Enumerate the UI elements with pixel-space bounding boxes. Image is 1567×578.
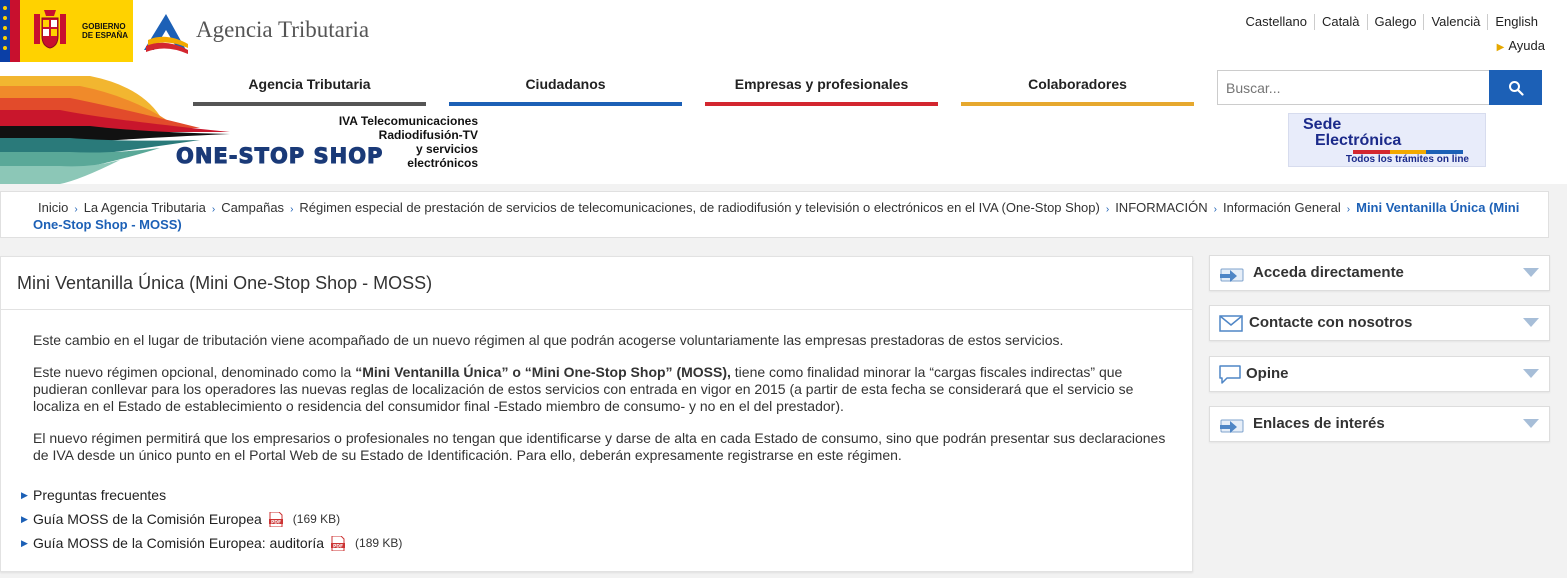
file-size: (189 KB): [355, 536, 403, 550]
sede-line2: Electrónica: [1315, 132, 1402, 149]
lang-galego[interactable]: Galego: [1366, 14, 1424, 30]
sidebar-label: Opine: [1246, 365, 1289, 382]
chevron-down-icon: [1523, 268, 1539, 277]
sede-electronica-banner[interactable]: Sede Electrónica Todos los trámites on l…: [1288, 113, 1486, 167]
lang-castellano[interactable]: Castellano: [1239, 14, 1314, 30]
document-links: ▶ Preguntas frecuentes ▶ Guía MOSS de la…: [21, 483, 402, 555]
main-content-panel: Mini Ventanilla Única (Mini One-Stop Sho…: [0, 256, 1193, 572]
coat-of-arms-icon: [34, 10, 66, 49]
gov-logo-text: GOBIERNO DE ESPAÑA: [82, 22, 129, 40]
sidebar-label: Contacte con nosotros: [1249, 314, 1413, 331]
language-selector: Castellano Català Galego Valencià Englis…: [1239, 14, 1545, 30]
link-guia-moss[interactable]: ▶ Guía MOSS de la Comisión Europea PDF (…: [21, 507, 402, 531]
bullet-arrow-icon: ▶: [21, 489, 28, 500]
breadcrumb-item[interactable]: La Agencia Tributaria: [84, 200, 206, 215]
nav-colaboradores[interactable]: Colaboradores: [961, 70, 1194, 106]
sidebar-acceda-directamente[interactable]: Acceda directamente: [1209, 255, 1550, 291]
nav-ciudadanos[interactable]: Ciudadanos: [449, 70, 682, 106]
help-link[interactable]: ▶ Ayuda: [1497, 38, 1545, 53]
link-guia-moss-auditoria[interactable]: ▶ Guía MOSS de la Comisión Europea: audi…: [21, 531, 402, 555]
sidebar-label: Acceda directamente: [1253, 264, 1404, 281]
breadcrumb-item[interactable]: Régimen especial de prestación de servic…: [299, 200, 1099, 215]
links-icon: [1220, 419, 1244, 433]
nav-agencia-tributaria[interactable]: Agencia Tributaria: [193, 70, 426, 106]
link-label: Guía MOSS de la Comisión Europea: audito…: [33, 535, 325, 551]
paragraph-3: El nuevo régimen permitirá que los empre…: [33, 430, 1166, 463]
bullet-arrow-icon: ▶: [21, 537, 28, 548]
breadcrumb-item[interactable]: Campañas: [221, 200, 284, 215]
paragraph-1: Este cambio en el lugar de tributación v…: [33, 332, 1064, 348]
agencia-tributaria-mark-icon: [144, 14, 188, 54]
breadcrumb-separator-icon: ›: [74, 204, 78, 215]
sidebar-enlaces-de-interes[interactable]: Enlaces de interés: [1209, 406, 1550, 442]
eu-flag-band: [0, 0, 10, 62]
sidebar-opine[interactable]: Opine: [1209, 356, 1550, 392]
main-navigation: Agencia Tributaria Ciudadanos Empresas y…: [193, 70, 1194, 106]
breadcrumb-item[interactable]: Inicio: [38, 200, 68, 215]
svg-text:PDF: PDF: [333, 543, 343, 549]
search-input[interactable]: [1218, 71, 1490, 104]
search-box: [1217, 70, 1542, 105]
help-label: Ayuda: [1508, 38, 1545, 53]
pdf-icon: PDF: [268, 511, 283, 527]
link-label: Preguntas frecuentes: [33, 487, 167, 503]
bullet-arrow-icon: ▶: [21, 513, 28, 524]
lang-catala[interactable]: Català: [1313, 14, 1367, 30]
lang-valencia[interactable]: Valencià: [1423, 14, 1487, 30]
gobierno-de-espana-logo[interactable]: GOBIERNO DE ESPAÑA: [0, 0, 133, 62]
breadcrumb: Inicio › La Agencia Tributaria › Campañas › Ré…: [0, 191, 1549, 238]
breadcrumb-separator-icon: ›: [1346, 204, 1351, 215]
envelope-icon: [1219, 315, 1243, 332]
nav-empresas-profesionales[interactable]: Empresas y profesionales: [705, 70, 938, 106]
breadcrumb-separator-icon: ›: [1213, 204, 1217, 215]
file-size: (169 KB): [292, 512, 341, 526]
pdf-icon: PDF: [331, 535, 346, 551]
link-preguntas-frecuentes[interactable]: ▶ Preguntas frecuentes: [21, 483, 402, 507]
arrow-right-icon: ▶: [1496, 42, 1505, 53]
agency-name: Agencia Tributaria: [196, 17, 370, 42]
chevron-down-icon: [1523, 369, 1539, 378]
breadcrumb-separator-icon: ›: [290, 204, 294, 215]
sede-line3: Todos los trámites on line: [1345, 154, 1469, 165]
link-label: Guía MOSS de la Comisión Europea: [33, 511, 262, 527]
chevron-down-icon: [1523, 318, 1539, 327]
site-header: GOBIERNO DE ESPAÑA Agencia Tributaria Ca…: [0, 0, 1567, 184]
breadcrumb-separator-icon: ›: [1105, 204, 1110, 215]
sidebar-label: Enlaces de interés: [1253, 415, 1385, 432]
search-icon: [1508, 80, 1524, 96]
agencia-tributaria-logo[interactable]: Agencia Tributaria: [142, 10, 382, 54]
breadcrumb-separator-icon: ›: [211, 204, 216, 215]
banner-subtitle: IVA Telecomunicaciones Radiodifusión-TV …: [338, 114, 478, 170]
breadcrumb-item[interactable]: Información General: [1223, 200, 1341, 215]
speech-bubble-icon: [1219, 365, 1241, 384]
chevron-down-icon: [1523, 419, 1539, 428]
direct-access-icon: [1220, 268, 1244, 282]
svg-text:PDF: PDF: [271, 519, 281, 525]
search-button[interactable]: [1489, 70, 1542, 105]
content-body: Este cambio en el lugar de tributación v…: [1, 310, 1192, 464]
paragraph-2: Este nuevo régimen opcional, denominado …: [33, 364, 1134, 414]
lang-english[interactable]: English: [1487, 14, 1545, 30]
breadcrumb-item[interactable]: INFORMACIÓN: [1115, 200, 1207, 215]
sidebar-contacte-con-nosotros[interactable]: Contacte con nosotros: [1209, 305, 1550, 341]
page-title: Mini Ventanilla Única (Mini One-Stop Sho…: [1, 257, 1192, 310]
